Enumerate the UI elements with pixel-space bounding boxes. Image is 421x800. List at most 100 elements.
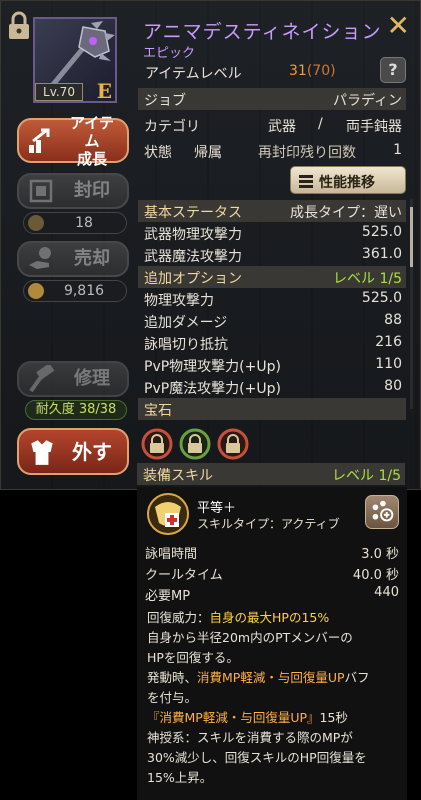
status-label: 状態 — [144, 145, 172, 161]
stat-value: 525.0 — [361, 224, 402, 240]
item-level-label: アイテムレベル — [145, 66, 242, 82]
sell-price-value: 9,816 — [63, 283, 105, 299]
skill-description: 回復威力：自身の最大HPの15% 自身から半径20m内のPTメンバーの HPを回… — [147, 608, 403, 788]
skill-stat-value: 3.0 秒 — [361, 547, 399, 562]
option-name: 物理攻撃力 — [144, 293, 214, 309]
category-main: 武器 — [268, 119, 296, 135]
option-row: 詠唱切り抵抗 216 — [138, 332, 406, 354]
item-grow-label: アイテム 成長 — [70, 113, 114, 168]
job-row: ジョブ パラディン — [138, 88, 406, 110]
skill-type: スキルタイプ：アクティブ — [197, 517, 340, 531]
growth-arrow-icon — [29, 128, 50, 153]
hammer-icon — [29, 365, 55, 393]
seal-label: 封印 — [74, 180, 110, 201]
desc-line: 自身から半径20m内のPTメンバーの — [147, 630, 353, 645]
option-name: PvP物理攻撃力(+Up) — [144, 359, 281, 375]
desc-line: 神授系：スキルを消費する際のMPが — [147, 730, 353, 745]
option-name: 追加ダメージ — [144, 315, 228, 331]
item-portrait: Lv.70 E — [33, 17, 117, 103]
skill-detail-button[interactable] — [365, 495, 399, 529]
item-level-value: 31(70) — [289, 63, 336, 79]
unequip-label: 外す — [72, 439, 112, 464]
repair-button[interactable]: 修理 — [17, 361, 129, 397]
growth-type: 成長タイプ：遅い — [290, 205, 402, 221]
help-button[interactable]: ? — [380, 57, 406, 83]
skill-tooltip: 平等＋ スキルタイプ：アクティブ 詠唱時間 3.0 秒 クールタイム 40.0 … — [137, 487, 407, 800]
skill-stat-name: 必要MP — [145, 589, 191, 604]
extra-options-title: 追加オプション — [144, 271, 242, 287]
equip-skill-title: 装備スキル — [143, 468, 213, 484]
seal-button[interactable]: 封印 — [17, 173, 129, 209]
seal-icon — [29, 179, 53, 203]
option-row: PvP物理攻撃力(+Up) 110 — [138, 354, 406, 376]
stat-value: 361.0 — [361, 246, 402, 262]
item-detail-panel: Lv.70 E アニマデスティネイション エピック ✕ アイテムレベル 31(7… — [0, 0, 421, 490]
option-name: PvP魔法攻撃力(+Up) — [144, 381, 281, 397]
option-name: 詠唱切り抵抗 — [144, 337, 228, 353]
item-rarity: エピック — [143, 46, 196, 61]
basic-stats-title: 基本ステータス — [144, 205, 242, 221]
sell-label: 売却 — [74, 248, 110, 269]
option-value: 88 — [384, 312, 402, 328]
skill-stat-row: クールタイム 40.0 秒 — [145, 564, 399, 583]
desc-line: を付与。 — [147, 690, 198, 705]
stat-row: 武器物理攻撃力 525.0 — [138, 222, 406, 244]
option-value: 110 — [375, 356, 402, 372]
skill-stat-value: 440 — [374, 585, 399, 600]
seal-item-icon — [28, 215, 44, 231]
stat-name: 武器物理攻撃力 — [144, 227, 242, 243]
seal-count: 18 — [23, 212, 127, 234]
performance-trend-button[interactable]: 性能推移 — [290, 166, 406, 194]
stat-name: 武器魔法攻撃力 — [144, 249, 242, 265]
desc-line: 『消費MP軽減・与回復量UP』15秒 — [147, 710, 348, 725]
scrollbar-thumb[interactable] — [410, 207, 413, 267]
seal-count-value: 18 — [75, 215, 93, 231]
status-value: 帰属 — [194, 145, 222, 161]
category-sub: 両手鈍器 — [346, 119, 402, 135]
option-row: 追加ダメージ 88 — [138, 310, 406, 332]
sell-price: 9,816 — [23, 280, 127, 302]
skill-stat-row: 詠唱時間 3.0 秒 — [145, 543, 399, 562]
job-value: パラディン — [332, 93, 402, 109]
item-name: アニマデスティネイション — [143, 21, 382, 43]
skill-stat-name: クールタイム — [145, 568, 223, 583]
heal-skill-icon — [147, 493, 189, 535]
desc-line: 30%減少し、回復スキルのHP回復量を — [147, 750, 367, 765]
gold-coin-icon — [28, 283, 44, 299]
basic-stats-header: 基本ステータス 成長タイプ：遅い — [138, 200, 406, 222]
lock-icon[interactable] — [7, 11, 31, 41]
job-label: ジョブ — [144, 93, 186, 109]
item-grow-button[interactable]: アイテム 成長 — [17, 114, 129, 168]
desc-line: 発動時、消費MP軽減・与回復量UPバフ — [147, 670, 370, 685]
grade-badge: E — [96, 79, 112, 103]
option-value: 525.0 — [361, 290, 402, 306]
extra-options-level: レベル 1/5 — [333, 271, 402, 287]
option-row: PvP魔法攻撃力(+Up) 80 — [138, 376, 406, 398]
unequip-button[interactable]: 外す — [17, 428, 129, 475]
stat-row: 武器魔法攻撃力 361.0 — [138, 244, 406, 266]
close-icon[interactable]: ✕ — [387, 9, 410, 42]
gem-slot-locked-red[interactable] — [141, 428, 173, 460]
option-value: 80 — [384, 378, 402, 394]
gems-header: 宝石 — [138, 398, 406, 420]
skill-stat-name: 詠唱時間 — [145, 547, 198, 562]
skill-stat-row: 必要MP 440 — [145, 585, 399, 604]
category-separator: / — [318, 116, 323, 132]
performance-trend-label: 性能推移 — [319, 175, 375, 191]
reseal-label: 再封印残り回数 — [258, 145, 356, 161]
reseal-value: 1 — [393, 142, 402, 158]
option-value: 216 — [375, 334, 402, 350]
gem-slot-locked-red[interactable] — [217, 428, 249, 460]
armor-icon — [31, 439, 53, 465]
list-icon — [299, 175, 313, 188]
equip-skill-level: レベル 1/5 — [332, 468, 401, 484]
equip-skill-header: 装備スキル レベル 1/5 — [137, 463, 405, 485]
desc-line: 15%上昇。 — [147, 770, 213, 785]
category-label: カテゴリ — [144, 119, 200, 135]
category-row: カテゴリ 武器 / 両手鈍器 — [138, 114, 406, 136]
skill-name: 平等＋ — [197, 501, 237, 516]
recovery-line: 回復威力：自身の最大HPの15% — [147, 610, 330, 625]
sell-button[interactable]: 売却 — [17, 241, 129, 277]
gem-slot-locked-green[interactable] — [179, 428, 211, 460]
level-badge: Lv.70 — [35, 83, 83, 101]
